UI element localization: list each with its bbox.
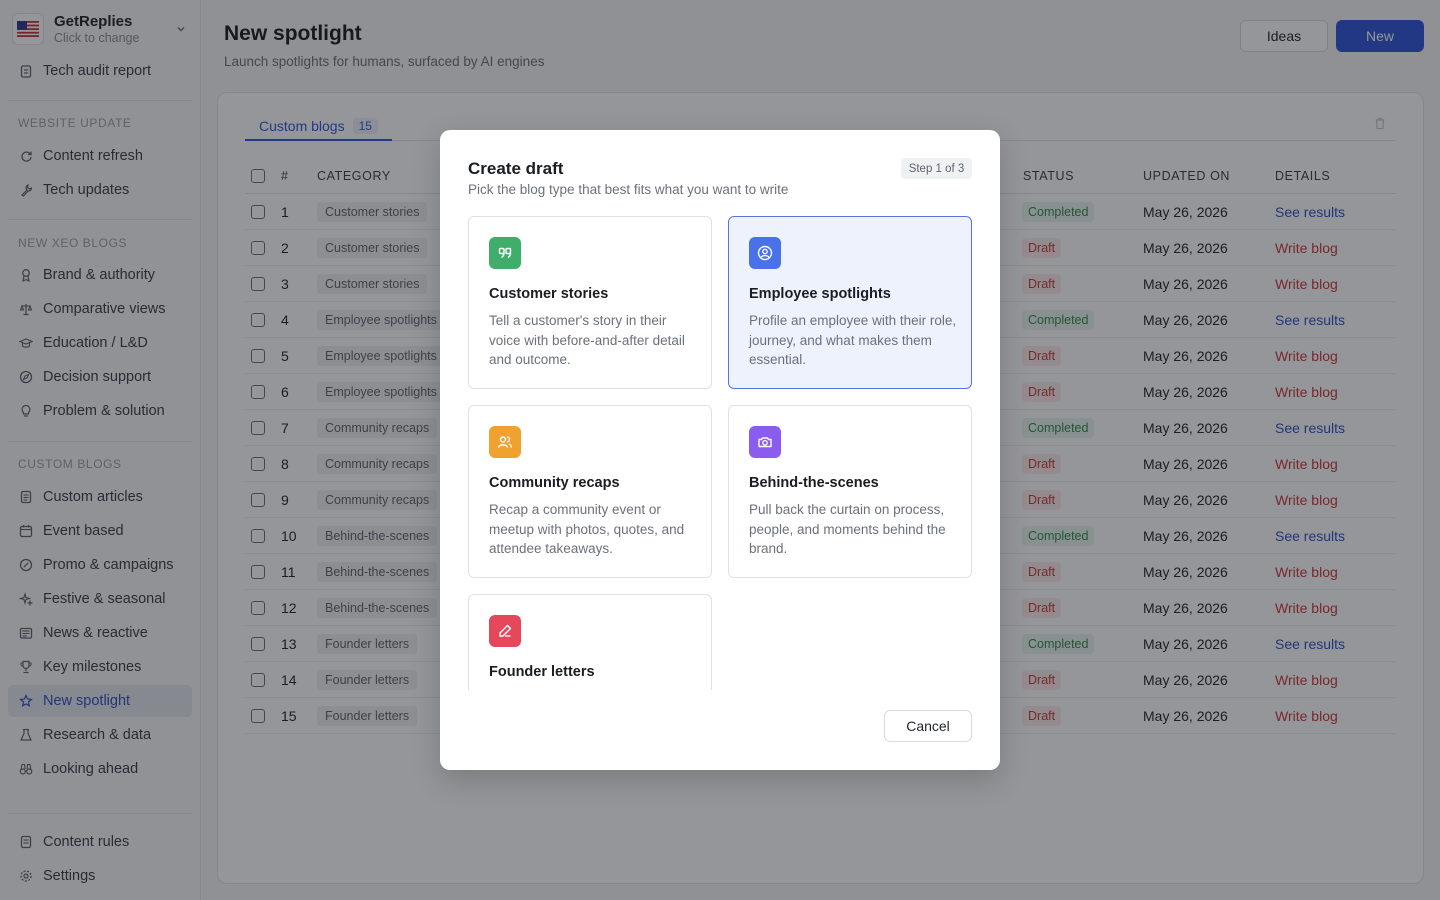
card-description: Profile an employee with their role, jou… xyxy=(749,313,957,367)
card-community-recaps[interactable]: Community recaps Recap a community event… xyxy=(468,405,712,578)
card-employee-spotlights[interactable]: Employee spotlights Profile an employee … xyxy=(728,216,972,389)
pen-icon xyxy=(489,615,521,647)
card-founder-letters[interactable]: Founder letters xyxy=(468,594,712,690)
card-description: Tell a customer's story in their voice w… xyxy=(489,313,685,367)
users-icon xyxy=(489,426,521,458)
create-draft-dialog: Create draft Pick the blog type that bes… xyxy=(440,130,1000,770)
quote-icon xyxy=(489,237,521,269)
card-description: Pull back the curtain on process, people… xyxy=(749,502,946,556)
card-title: Founder letters xyxy=(489,664,595,680)
card-customer-stories[interactable]: Customer stories Tell a customer's story… xyxy=(468,216,712,389)
card-title: Employee spotlights xyxy=(749,286,891,302)
cancel-button[interactable]: Cancel xyxy=(884,710,972,742)
dialog-subtitle: Pick the blog type that best fits what y… xyxy=(468,182,789,197)
card-behind-the-scenes[interactable]: Behind-the-scenes Pull back the curtain … xyxy=(728,405,972,578)
card-title: Behind-the-scenes xyxy=(749,475,879,491)
blog-type-grid[interactable]: Customer stories Tell a customer's story… xyxy=(468,216,972,690)
step-badge: Step 1 of 3 xyxy=(901,158,972,179)
card-title: Community recaps xyxy=(489,475,620,491)
user-circle-icon xyxy=(749,237,781,269)
dialog-title: Create draft xyxy=(468,159,564,178)
card-description: Recap a community event or meetup with p… xyxy=(489,502,685,556)
camera-icon xyxy=(749,426,781,458)
card-title: Customer stories xyxy=(489,286,609,302)
